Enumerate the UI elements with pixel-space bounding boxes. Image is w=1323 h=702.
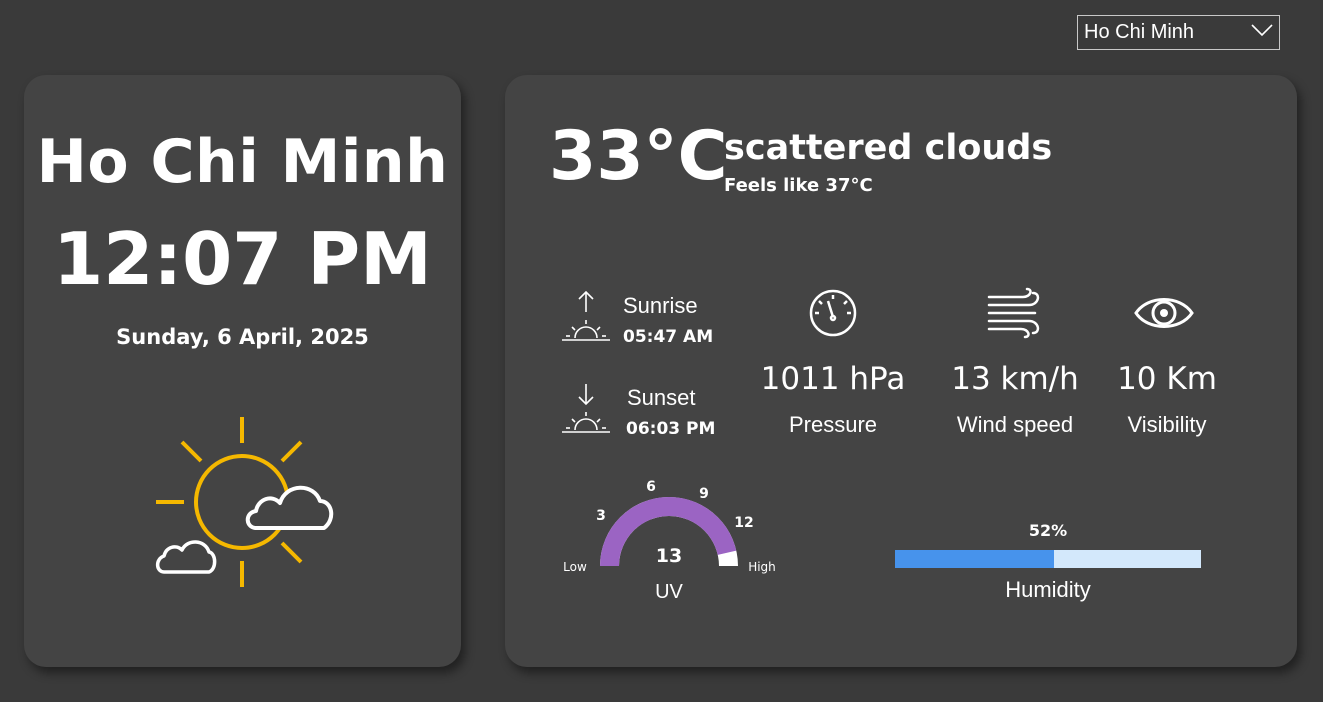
pressure-value: 1011 hPa [760, 361, 906, 397]
uv-min-label: Low [563, 560, 587, 574]
eye-icon [1134, 298, 1194, 328]
partly-sunny-weather-icon [155, 417, 334, 587]
visibility-label: Visibility [1127, 412, 1207, 437]
uv-tick-6: 6 [646, 479, 656, 495]
humidity-bar-fill [895, 550, 1055, 568]
uv-gauge: 13 UV Low High 3 6 9 12 [563, 479, 776, 603]
uv-label: UV [655, 581, 683, 603]
location-card: Ho Chi Minh 12:07 PM Sunday, 6 April, 20… [24, 75, 461, 667]
gauge-icon [809, 289, 857, 337]
feels-like: Feels like 37°C [724, 175, 873, 196]
wind-speed-label: Wind speed [956, 412, 1074, 437]
uv-tick-12: 12 [734, 515, 753, 531]
uv-tick-9: 9 [699, 486, 709, 502]
sunset-label: Sunset [627, 385, 696, 410]
humidity-percent: 52% [1028, 521, 1068, 540]
sunrise-label: Sunrise [623, 293, 698, 318]
local-time: 12:07 PM [53, 217, 432, 301]
sunset-icon [562, 384, 610, 433]
uv-value: 13 [656, 545, 682, 567]
sunrise-time: 05:47 AM [623, 327, 714, 347]
wind-speed-value: 13 km/h [951, 361, 1079, 397]
humidity-bar-track [895, 550, 1201, 568]
sunset-time: 06:03 PM [626, 419, 716, 439]
weather-description: scattered clouds [724, 128, 1053, 168]
city-name: Ho Chi Minh [36, 127, 449, 197]
chevron-down-icon [1251, 24, 1273, 37]
conditions-card: 33°C scattered clouds Feels like 37°C Su… [505, 75, 1297, 667]
uv-tick-3: 3 [596, 508, 606, 524]
current-temperature: 33°C [549, 117, 728, 196]
uv-max-label: High [748, 560, 776, 574]
city-dropdown-value: Ho Chi Minh [1084, 21, 1195, 43]
local-date: Sunday, 6 April, 2025 [116, 325, 369, 349]
humidity-label: Humidity [1005, 577, 1091, 602]
pressure-label: Pressure [788, 412, 878, 437]
wind-icon [987, 287, 1040, 339]
sunrise-icon [562, 290, 610, 341]
city-dropdown[interactable]: Ho Chi Minh [1077, 15, 1280, 50]
visibility-value: 10 Km [1117, 361, 1217, 397]
